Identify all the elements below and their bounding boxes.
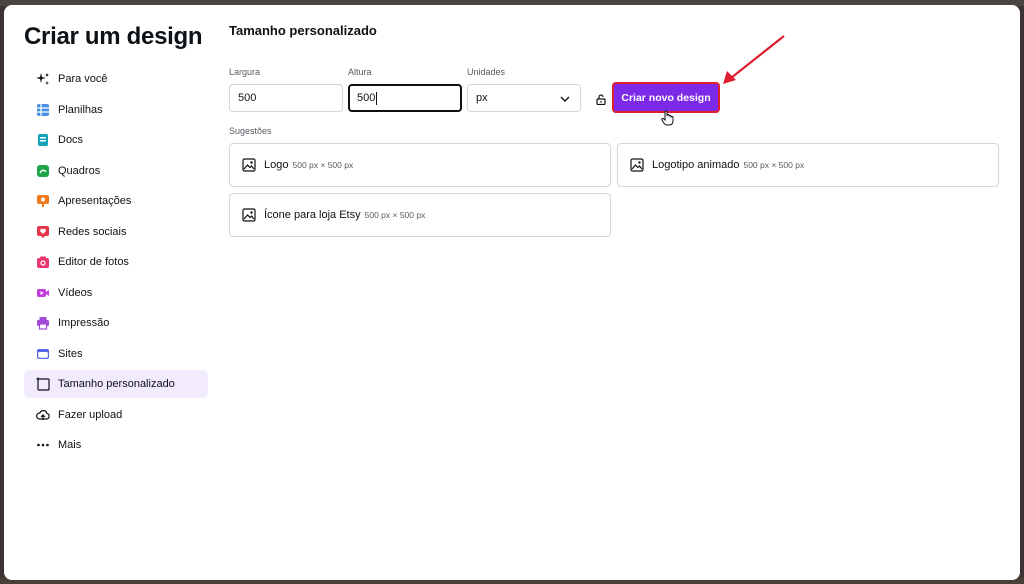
units-select[interactable]: px: [467, 84, 581, 112]
units-label: Unidades: [467, 67, 506, 77]
image-icon: [242, 158, 256, 172]
suggestion-card-logo[interactable]: Logo 500 px × 500 px: [229, 143, 611, 187]
sidebar-item-apresentacoes[interactable]: Apresentações: [24, 187, 208, 215]
presentation-icon: [36, 194, 50, 208]
sidebar-item-videos[interactable]: Vídeos: [24, 279, 208, 307]
website-icon: [36, 347, 50, 361]
sidebar-item-impressao[interactable]: Impressão: [24, 309, 208, 337]
sidebar-item-label: Apresentações: [58, 195, 132, 207]
sidebar-item-planilhas[interactable]: Planilhas: [24, 96, 208, 124]
text-caret: [376, 91, 378, 105]
height-field[interactable]: 500: [348, 84, 462, 112]
units-value: px: [476, 92, 488, 104]
suggestions-label: Sugestões: [229, 126, 272, 136]
sidebar-item-fazer-upload[interactable]: Fazer upload: [24, 401, 208, 429]
suggestion-card-icone-etsy[interactable]: Ícone para loja Etsy 500 px × 500 px: [229, 193, 611, 237]
sidebar-item-label: Docs: [58, 134, 84, 146]
sidebar-item-label: Para você: [58, 73, 108, 85]
sidebar-item-label: Sites: [58, 347, 83, 360]
sidebar-item-label: Tamanho personalizado: [58, 378, 175, 390]
sidebar-item-label: Editor de fotos: [58, 256, 129, 268]
sidebar-item-redes-sociais[interactable]: Redes sociais: [24, 218, 208, 246]
suggestion-dims: 500 px × 500 px: [364, 210, 426, 220]
width-label: Largura: [229, 67, 261, 77]
custom-size-icon: [36, 377, 50, 391]
dialog-title: Criar um design: [24, 23, 203, 50]
heart-icon: [36, 225, 50, 239]
lock-icon[interactable]: [596, 92, 606, 110]
sidebar-item-label: Mais: [58, 439, 82, 451]
sidebar-item-label: Redes sociais: [58, 225, 127, 238]
sidebar-item-label: Planilhas: [58, 103, 103, 116]
sidebar-item-label: Quadros: [58, 164, 101, 177]
suggestion-name: Logotipo animado: [652, 159, 740, 171]
suggestion-dims: 500 px × 500 px: [292, 160, 354, 170]
sidebar-item-quadros[interactable]: Quadros: [24, 157, 208, 185]
sparkle-icon: [36, 72, 50, 86]
create-new-design-button[interactable]: Criar novo design: [612, 82, 720, 113]
image-icon: [630, 158, 644, 172]
main-panel: Tamanho personalizado Largura 500 Altura…: [229, 5, 1020, 580]
sidebar-item-tamanho-personalizado[interactable]: Tamanho personalizado: [24, 370, 208, 398]
doc-icon: [36, 133, 50, 147]
width-field[interactable]: 500: [229, 84, 343, 112]
suggestion-card-logotipo-animado[interactable]: Logotipo animado 500 px × 500 px: [617, 143, 999, 187]
image-icon: [242, 208, 256, 222]
sidebar-item-para-voce[interactable]: Para você: [24, 65, 208, 93]
height-label: Altura: [348, 67, 372, 77]
sidebar-item-docs[interactable]: Docs: [24, 126, 208, 154]
suggestion-dims: 500 px × 500 px: [743, 160, 805, 170]
width-value: 500: [238, 92, 257, 104]
annotation-arrow: [709, 33, 789, 98]
sidebar-item-editor-de-fotos[interactable]: Editor de fotos: [24, 248, 208, 276]
create-design-dialog: Criar um design Para você Planilhas Docs…: [4, 5, 1020, 580]
whiteboard-icon: [36, 164, 50, 178]
hand-cursor-icon: [661, 110, 675, 131]
suggestion-name: Logo: [264, 159, 289, 171]
sidebar: Para você Planilhas Docs Quadros Apresen…: [24, 65, 208, 462]
camera-icon: [36, 255, 50, 269]
height-value: 500: [357, 92, 376, 104]
sidebar-item-mais[interactable]: Mais: [24, 431, 208, 459]
more-icon: [36, 438, 50, 452]
upload-icon: [36, 408, 50, 422]
sidebar-item-label: Fazer upload: [58, 408, 123, 421]
video-icon: [36, 286, 50, 300]
sidebar-item-label: Vídeos: [58, 286, 93, 299]
sidebar-item-label: Impressão: [58, 317, 110, 329]
printer-icon: [36, 316, 50, 330]
sheet-icon: [36, 103, 50, 117]
section-title: Tamanho personalizado: [229, 23, 377, 38]
sidebar-item-sites[interactable]: Sites: [24, 340, 208, 368]
chevron-down-icon: [560, 94, 570, 106]
suggestion-name: Ícone para loja Etsy: [264, 209, 361, 221]
